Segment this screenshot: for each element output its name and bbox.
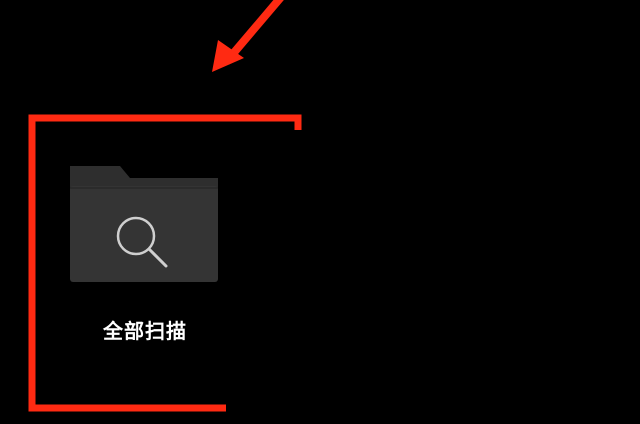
folder-search-icon: [70, 166, 218, 282]
folder-icon: [68, 162, 220, 286]
scan-all-label: 全部扫描: [103, 319, 187, 343]
scan-all-button[interactable]: 全部扫描: [60, 150, 230, 350]
screen: 全部扫描: [0, 0, 640, 424]
